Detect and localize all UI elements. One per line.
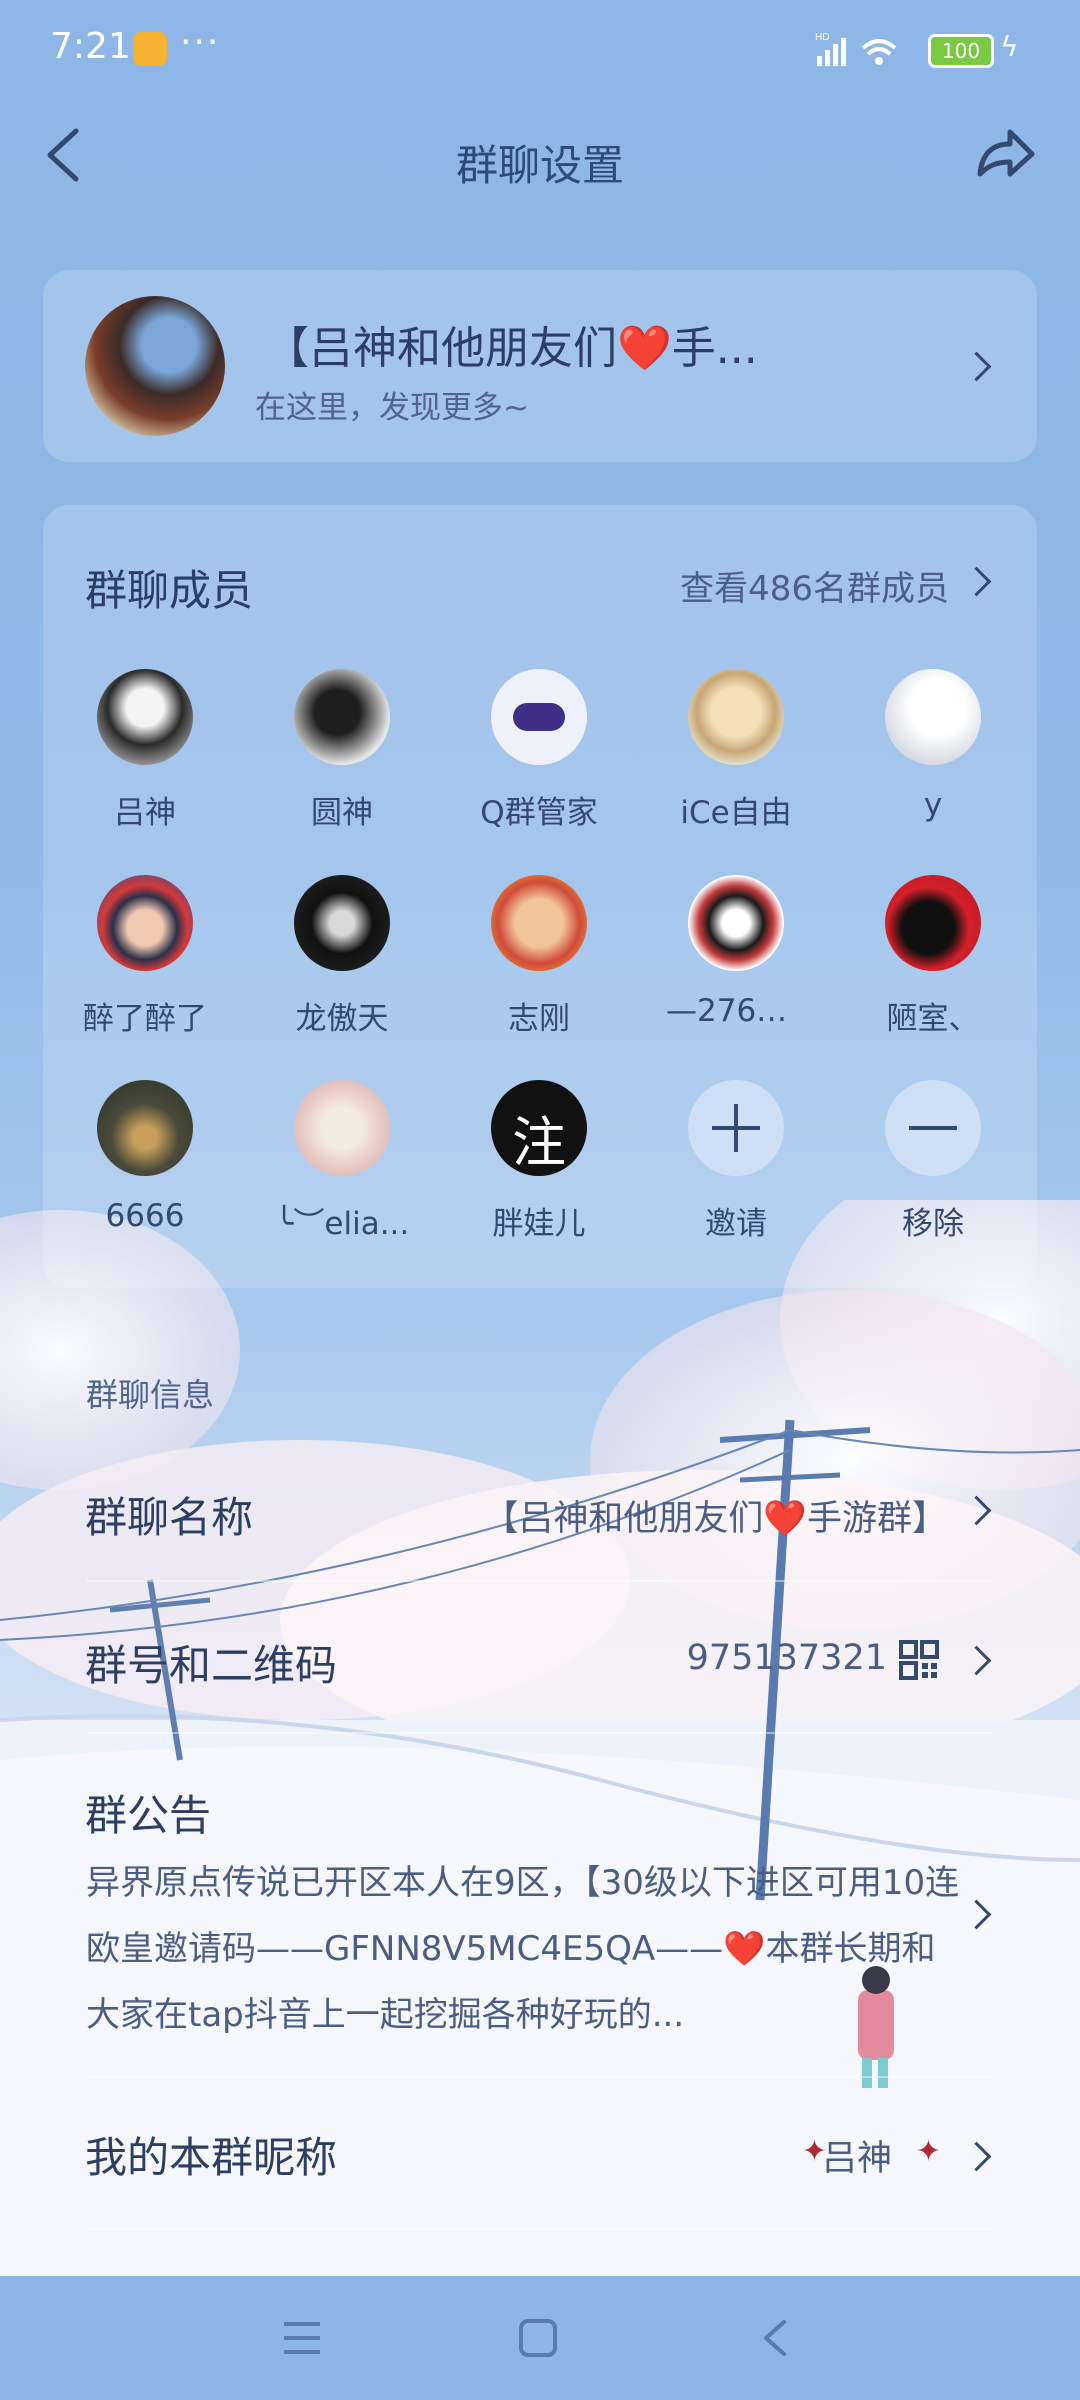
menu-icon[interactable]	[282, 2318, 322, 2358]
member-name: 醉了醉了	[83, 1001, 207, 1037]
remove-button[interactable]: 移除	[863, 1080, 1003, 1243]
member-name: 圆神	[311, 795, 373, 831]
member-item[interactable]: 志刚	[469, 875, 609, 1038]
group-subtitle: 在这里，发现更多~	[255, 390, 529, 426]
group-number-row[interactable]: 群号和二维码 975137321	[43, 1582, 1037, 1732]
group-avatar[interactable]	[85, 296, 225, 436]
group-notice-text: 异界原点传说已开区本人在9区，【30级以下进区可用10连欧皇邀请码——GFNN8…	[86, 1863, 960, 2035]
member-name: 6666	[105, 1198, 185, 1234]
member-avatar[interactable]	[885, 669, 981, 765]
member-name: 陋室、	[886, 1001, 980, 1037]
minus-icon[interactable]	[885, 1080, 981, 1176]
more-notifications-icon: ···	[180, 22, 221, 63]
member-avatar[interactable]	[885, 875, 981, 971]
chevron-right-icon	[961, 351, 992, 382]
member-name: iCe自由	[680, 795, 792, 831]
member-avatar[interactable]	[97, 669, 193, 765]
qr-code-icon	[899, 1640, 939, 1680]
member-name: y	[923, 787, 943, 823]
member-avatar[interactable]	[294, 875, 390, 971]
home-icon[interactable]	[518, 2318, 558, 2358]
group-members-card: 群聊成员 查看486名群成员 吕神 圆神 Q群管家 iCe自由 y 醉了醉了 龙…	[43, 505, 1037, 1288]
qq-bot-visor-icon	[513, 703, 565, 731]
group-number-label: 群号和二维码	[85, 1641, 338, 1690]
member-item[interactable]: ╰︶elia...	[272, 1080, 412, 1243]
chevron-right-icon	[961, 1899, 992, 1930]
group-name: 【吕神和他朋友们❤️手...	[265, 323, 758, 374]
invite-button[interactable]: 邀请	[666, 1080, 806, 1243]
member-avatar[interactable]	[97, 1080, 193, 1176]
member-item[interactable]: 醉了醉了	[75, 875, 215, 1038]
view-all-members-link[interactable]: 查看486名群成员	[680, 561, 949, 610]
member-avatar[interactable]	[688, 669, 784, 765]
member-name: 胖娃儿	[492, 1206, 586, 1242]
my-nickname-row[interactable]: 我的本群昵称 ✦ 吕神 ✦	[43, 2078, 1037, 2228]
my-nickname-value: 吕神	[821, 2139, 892, 2179]
group-name-value: 【吕神和他朋友们❤️手游群】	[483, 1499, 947, 1539]
share-icon[interactable]	[972, 122, 1038, 188]
member-avatar[interactable]: 注	[491, 1080, 587, 1176]
signal-wifi-icon: HD	[815, 30, 915, 77]
member-item[interactable]: Q群管家	[469, 669, 609, 832]
member-item[interactable]: 注 胖娃儿	[469, 1080, 609, 1243]
member-item[interactable]: 圆神	[272, 669, 412, 832]
divider	[86, 2228, 994, 2230]
svg-text:HD: HD	[815, 32, 829, 43]
member-avatar[interactable]	[294, 669, 390, 765]
member-item[interactable]: iCe自由	[666, 669, 806, 832]
member-avatar[interactable]	[688, 875, 784, 971]
member-name: 志刚	[508, 1001, 570, 1037]
member-item[interactable]: —27666...	[666, 875, 806, 1029]
chevron-right-icon	[961, 1645, 992, 1676]
plus-icon[interactable]	[688, 1080, 784, 1176]
battery-icon: 100	[928, 34, 994, 68]
group-profile-card[interactable]: 【吕神和他朋友们❤️手... 在这里，发现更多~	[43, 270, 1037, 462]
members-title: 群聊成员	[85, 566, 254, 615]
wing-right-icon: ✦	[915, 2134, 941, 2169]
status-time: 7:21	[50, 26, 131, 67]
back-nav-icon[interactable]	[756, 2318, 796, 2358]
member-item[interactable]: 6666	[75, 1080, 215, 1234]
my-nickname-label: 我的本群昵称	[85, 2133, 338, 2182]
member-avatar[interactable]	[491, 875, 587, 971]
member-name: 吕神	[114, 795, 176, 831]
invite-label: 邀请	[705, 1206, 767, 1242]
chevron-right-icon	[961, 1495, 992, 1526]
charging-icon: ϟ	[1000, 30, 1019, 63]
notification-icon	[133, 32, 167, 66]
group-number-value: 975137321	[686, 1638, 887, 1678]
member-item[interactable]: 龙傲天	[272, 875, 412, 1038]
group-notice-label: 群公告	[85, 1791, 212, 1840]
chevron-right-icon[interactable]	[961, 566, 992, 597]
member-avatar[interactable]	[97, 875, 193, 971]
zhu-glyph: 注	[512, 1111, 566, 1174]
section-label-info: 群聊信息	[86, 1376, 215, 1414]
member-name: Q群管家	[480, 795, 598, 831]
group-name-label: 群聊名称	[85, 1493, 254, 1542]
member-avatar[interactable]	[491, 669, 587, 765]
chevron-right-icon	[961, 2141, 992, 2172]
member-item[interactable]: 陋室、	[863, 875, 1003, 1038]
group-name-row[interactable]: 群聊名称 【吕神和他朋友们❤️手游群】	[43, 1440, 1037, 1580]
member-avatar[interactable]	[294, 1080, 390, 1176]
member-name: —27666...	[666, 993, 806, 1029]
member-name: 龙傲天	[295, 1001, 389, 1037]
member-item[interactable]: y	[863, 669, 1003, 823]
member-item[interactable]: 吕神	[75, 669, 215, 832]
system-nav-bar	[0, 2276, 1080, 2400]
member-name: ╰︶elia...	[274, 1206, 410, 1242]
status-bar: 7:21 ··· HD 100 ϟ	[0, 0, 1080, 100]
page-title: 群聊设置	[455, 141, 624, 190]
remove-label: 移除	[902, 1206, 964, 1242]
